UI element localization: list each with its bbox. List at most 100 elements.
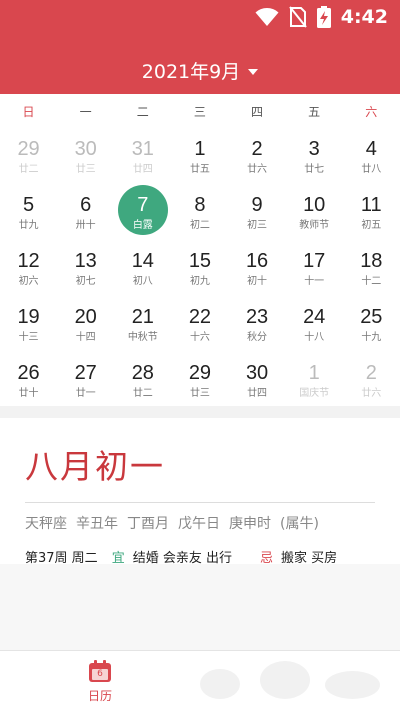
detail-divider [25,502,375,503]
status-bar: 4:42 [255,6,388,28]
day-cell[interactable]: 3 廿七 [286,128,343,184]
lunar-day-label: 十四 [75,332,96,343]
day-cell[interactable]: 28 廿二 [114,352,171,408]
calendar-grid: 日一二三四五六 29 廿二 30 廿三 31 廿四 1 廿五 2 廿六 3 廿七 4 廿八 5 廿九 6 卅十 7 白… [0,94,400,406]
weekday-label: 日 [22,104,35,119]
date-detail-panel: 八月初一 天秤座 辛丑年 丁酉月 戊午日 庚申时 (属牛) 第37周 周二 宜 结婚 会亲… [0,418,400,566]
lunar-day-label: 中秋节 [127,332,158,343]
day-cell[interactable]: 2 廿六 [343,352,400,408]
weekday-header: 日一二三四五六 [0,94,400,128]
day-number: 17 [303,250,326,272]
day-cell[interactable]: 1 国庆节 [286,352,343,408]
day-number: 1 [308,362,320,384]
day-number: 24 [303,306,326,328]
ganzhi-item: 丁酉月 [127,516,169,532]
day-cell[interactable]: 27 廿一 [57,352,114,408]
weekday-label: 三 [193,104,206,119]
lunar-day-label: 廿二 [132,388,153,399]
day-number: 10 [303,194,326,216]
wifi-icon [255,8,279,26]
day-cell[interactable]: 4 廿八 [343,128,400,184]
battery-charging-icon [316,6,331,28]
day-number: 23 [245,306,269,328]
day-cell[interactable]: 30 廿三 [57,128,114,184]
day-cell-selected[interactable]: 7 白露 [114,184,171,240]
lunar-day-label: 白露 [132,220,153,231]
day-cell[interactable]: 26 廿十 [0,352,57,408]
day-cell[interactable]: 22 十六 [171,296,228,352]
day-number: 6 [80,194,92,216]
weekday-label: 五 [308,104,321,119]
day-cell[interactable]: 19 十三 [0,296,57,352]
lunar-day-label: 十八 [304,332,325,343]
lunar-day-label: 廿九 [18,220,39,231]
lunar-day-label: 初十 [247,276,268,287]
day-cell[interactable]: 5 廿九 [0,184,57,240]
lunar-day-label: 廿一 [75,388,96,399]
weekday-label: 四 [251,104,264,119]
day-cell[interactable]: 21 中秋节 [114,296,171,352]
no-sim-icon [288,6,307,28]
day-cell[interactable]: 2 廿六 [229,128,286,184]
day-cell[interactable]: 23 秋分 [229,296,286,352]
ganzhi-item: 天秤座 [25,516,67,532]
day-number: 31 [131,138,154,160]
lunar-day-label: 廿六 [361,388,382,399]
day-cell[interactable]: 10 教师节 [286,184,343,240]
tab-calendar[interactable]: 6 日历 [74,658,126,706]
lunar-day-label: 初七 [75,276,96,287]
day-cell[interactable]: 30 廿四 [229,352,286,408]
lunar-day-label: 廿四 [247,388,268,399]
day-number: 26 [17,362,40,384]
day-number: 13 [74,250,97,272]
day-cell[interactable]: 9 初三 [229,184,286,240]
calendar-icon-day: 6 [92,669,108,680]
day-cell[interactable]: 17 十一 [286,240,343,296]
lunar-day-label: 廿三 [75,164,96,175]
day-cell[interactable]: 24 十八 [286,296,343,352]
lunar-day-label: 廿四 [132,164,153,175]
empty-content-area [0,564,400,650]
lunar-day-label: 初三 [247,220,268,231]
day-number: 21 [131,306,154,328]
ganzhi-row: 天秤座 辛丑年 丁酉月 戊午日 庚申时 (属牛) [25,513,400,533]
lunar-day-label: 廿六 [247,164,268,175]
day-cell[interactable]: 15 初九 [171,240,228,296]
weekday-label: 二 [136,104,149,119]
lunar-day-label: 廿三 [189,388,210,399]
ganzhi-item: 辛丑年 [76,516,118,532]
day-cell[interactable]: 29 廿二 [0,128,57,184]
day-number: 2 [251,138,263,160]
bottom-tab-bar: 6 日历 [0,650,400,710]
lunar-day-label: 卅十 [75,220,96,231]
day-number: 15 [188,250,212,272]
day-number: 3 [308,138,320,160]
day-cell[interactable]: 29 廿三 [171,352,228,408]
month-selector[interactable]: 2021年9月 [0,57,400,84]
day-cell[interactable]: 13 初七 [57,240,114,296]
lunar-day-label: 秋分 [247,332,268,343]
day-cell[interactable]: 8 初二 [171,184,228,240]
dropdown-caret-icon [248,68,259,75]
day-cell[interactable]: 16 初十 [229,240,286,296]
day-cell[interactable]: 1 廿五 [171,128,228,184]
lunar-day-label: 国庆节 [299,388,330,399]
lunar-day-label: 初九 [189,276,210,287]
day-cell[interactable]: 20 十四 [57,296,114,352]
day-cell[interactable]: 11 初五 [343,184,400,240]
calendar-icon: 6 [89,660,111,682]
day-number: 28 [131,362,154,384]
lunar-date-title: 八月初一 [25,447,165,486]
day-cell[interactable]: 6 卅十 [57,184,114,240]
day-number: 7 [137,194,149,216]
day-cell[interactable]: 25 十九 [343,296,400,352]
day-cell[interactable]: 12 初六 [0,240,57,296]
day-grid: 29 廿二 30 廿三 31 廿四 1 廿五 2 廿六 3 廿七 4 廿八 5 廿九 6 卅十 7 白露 8 初二 9 初三 1… [0,128,400,408]
day-cell[interactable]: 14 初八 [114,240,171,296]
day-cell[interactable]: 18 十二 [343,240,400,296]
lunar-day-label: 廿五 [189,164,210,175]
day-number: 5 [23,194,35,216]
weekday-label: 六 [365,104,378,119]
day-cell[interactable]: 31 廿四 [114,128,171,184]
day-number: 12 [17,250,40,272]
